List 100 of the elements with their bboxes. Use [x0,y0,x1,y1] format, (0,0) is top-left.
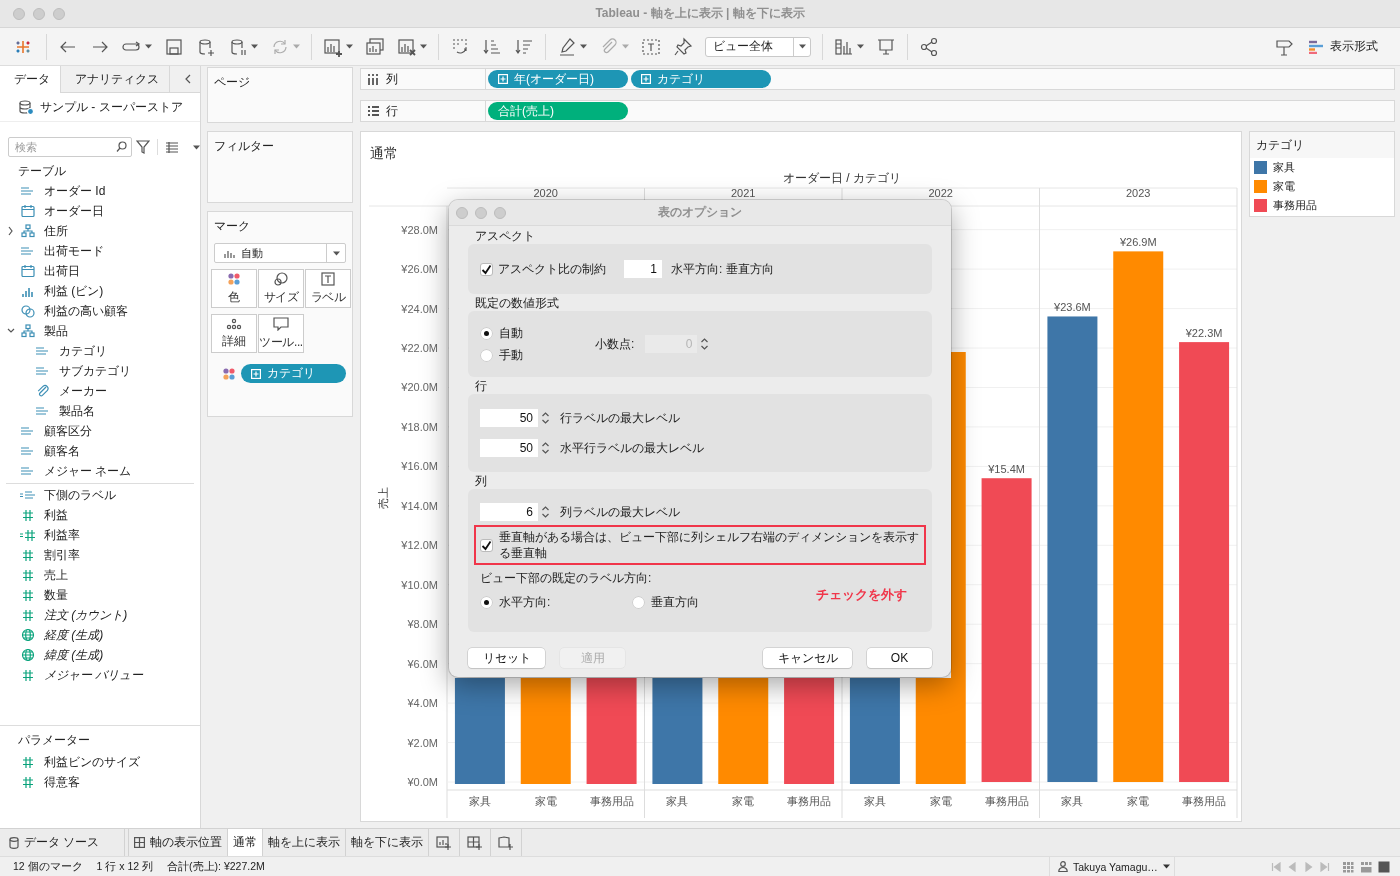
new-story-icon[interactable] [498,835,514,850]
caret-icon[interactable] [420,44,427,49]
number-field[interactable]: 50 [480,439,538,457]
new-dashboard-icon[interactable] [467,835,483,850]
radio-button[interactable] [632,596,645,609]
text-box-icon[interactable] [641,36,661,57]
field-name[interactable]: 製品名 [59,402,95,420]
search-field[interactable]: 検索 [8,137,132,157]
highlighter-icon[interactable] [557,36,577,57]
radio-button[interactable] [480,596,493,609]
field-name[interactable]: 数量 [44,586,68,604]
format-button[interactable]: 表示形式 [1308,38,1378,55]
field-name[interactable]: 利益の高い顧客 [44,302,128,320]
tab[interactable]: データ [0,66,61,93]
dialog-button[interactable]: キャンセル [763,648,852,668]
presentation-icon[interactable] [876,36,896,57]
share-icon[interactable] [919,36,939,57]
caret-icon[interactable] [251,44,258,49]
stepper-icon[interactable] [540,409,551,427]
mark-button[interactable]: ツール... [258,314,304,353]
checkbox[interactable] [480,538,493,552]
field-name[interactable]: 顧客名 [44,442,80,460]
field-name[interactable]: カテゴリ [59,342,107,360]
list-view-icon[interactable] [165,141,179,153]
checkbox[interactable] [480,262,493,276]
legend-label[interactable]: 家電 [1273,179,1295,194]
save-icon[interactable] [164,36,184,57]
radio-button[interactable] [480,348,493,362]
field-name[interactable]: 下側のラベル [44,486,116,504]
collapse-icon[interactable] [184,74,192,84]
field-name[interactable]: メジャー ネーム [44,462,132,480]
database-icon[interactable] [18,99,34,115]
mark-type-dropdown[interactable]: 自動 [214,243,346,263]
legend-label[interactable]: 家具 [1273,160,1295,175]
field-name[interactable]: メジャー バリュー [44,666,144,684]
field-name[interactable]: 出荷日 [44,262,80,280]
field-name[interactable]: 注文 (カウント) [44,606,128,624]
stepper-icon[interactable] [540,503,551,521]
field-name[interactable]: 利益 [44,506,68,524]
search-icon[interactable] [116,141,127,152]
field-name[interactable]: 顧客区分 [44,422,92,440]
field-name[interactable]: メーカー [59,382,107,400]
datasource-name[interactable]: サンプル - スーパーストア [40,98,183,116]
field-name[interactable]: 得意客 [44,773,80,791]
sheet-tab[interactable]: 通常 [228,829,263,856]
database-add-icon[interactable] [196,36,216,57]
clear-chart-icon[interactable] [397,36,417,57]
radio-label[interactable]: 水平方向: [499,594,551,611]
legend-label[interactable]: 事務用品 [1273,198,1317,213]
field-name[interactable]: 出荷モード [44,242,104,260]
mark-button[interactable]: ラベル [305,269,351,308]
filter-icon[interactable] [136,140,150,154]
caret-icon[interactable] [193,144,200,150]
checkbox-label[interactable]: アスペクト比の制約 [498,260,624,278]
field-name[interactable]: 住所 [44,222,68,240]
strip-view-icon[interactable] [1360,860,1372,873]
caret-icon[interactable] [580,44,587,49]
swap-icon[interactable] [450,36,470,57]
checkbox-label[interactable]: 垂直軸がある場合は、ビュー下部に列シェルフ右端のディメンションを表示する垂直軸 [499,529,920,561]
radio-label[interactable]: 自動 [499,324,523,342]
field-name[interactable]: 製品 [44,322,68,340]
pin-icon[interactable] [673,36,693,57]
caret-icon[interactable] [145,44,152,49]
field-name[interactable]: 売上 [44,566,68,584]
field-name[interactable]: オーダー Id [44,182,106,200]
bar[interactable] [1047,316,1098,782]
field-name[interactable]: 利益 (ビン) [44,282,104,300]
show-me-icon[interactable] [834,36,854,57]
mark-button[interactable]: 色 [211,269,257,308]
caret-icon[interactable] [857,44,864,49]
number-field[interactable]: 1 [624,260,662,278]
field-name[interactable]: 割引率 [44,546,80,564]
radio-label[interactable]: 垂直方向 [651,594,699,611]
new-sheet-icon[interactable] [436,835,452,850]
single-view-icon[interactable] [1378,860,1390,873]
field-name[interactable]: 緯度 (生成) [44,646,104,664]
duplicate-chart-icon[interactable] [365,36,385,57]
number-field[interactable]: 6 [480,503,538,521]
field-name[interactable]: 利益ビンのサイズ [44,753,140,771]
mark-button[interactable]: サイズ [258,269,304,308]
fit-dropdown[interactable]: ビュー全体 [705,36,811,57]
database-pause-icon[interactable] [228,36,248,57]
stepper-icon[interactable] [699,335,711,353]
caret-icon[interactable] [346,44,353,49]
radio-label[interactable]: 手動 [499,346,523,364]
number-field[interactable]: 50 [480,409,538,427]
mark-button[interactable]: 詳細 [211,314,257,353]
dialog-button[interactable]: リセット [468,648,545,668]
radio-button[interactable] [480,326,493,340]
grid-view-icon[interactable] [1342,860,1354,873]
field-name[interactable]: オーダー日 [44,202,104,220]
new-chart-icon[interactable] [323,36,343,57]
chevron-right-icon[interactable] [7,226,15,236]
dialog-button[interactable]: OK [867,648,932,668]
caret-icon[interactable] [798,44,806,49]
caret-icon[interactable] [1162,864,1170,869]
caret-icon[interactable] [332,250,340,256]
field-name[interactable]: 利益率 [44,526,80,544]
field-name[interactable]: サブカテゴリ [59,362,131,380]
user-menu[interactable]: Takuya Yamagu… [1049,857,1175,876]
